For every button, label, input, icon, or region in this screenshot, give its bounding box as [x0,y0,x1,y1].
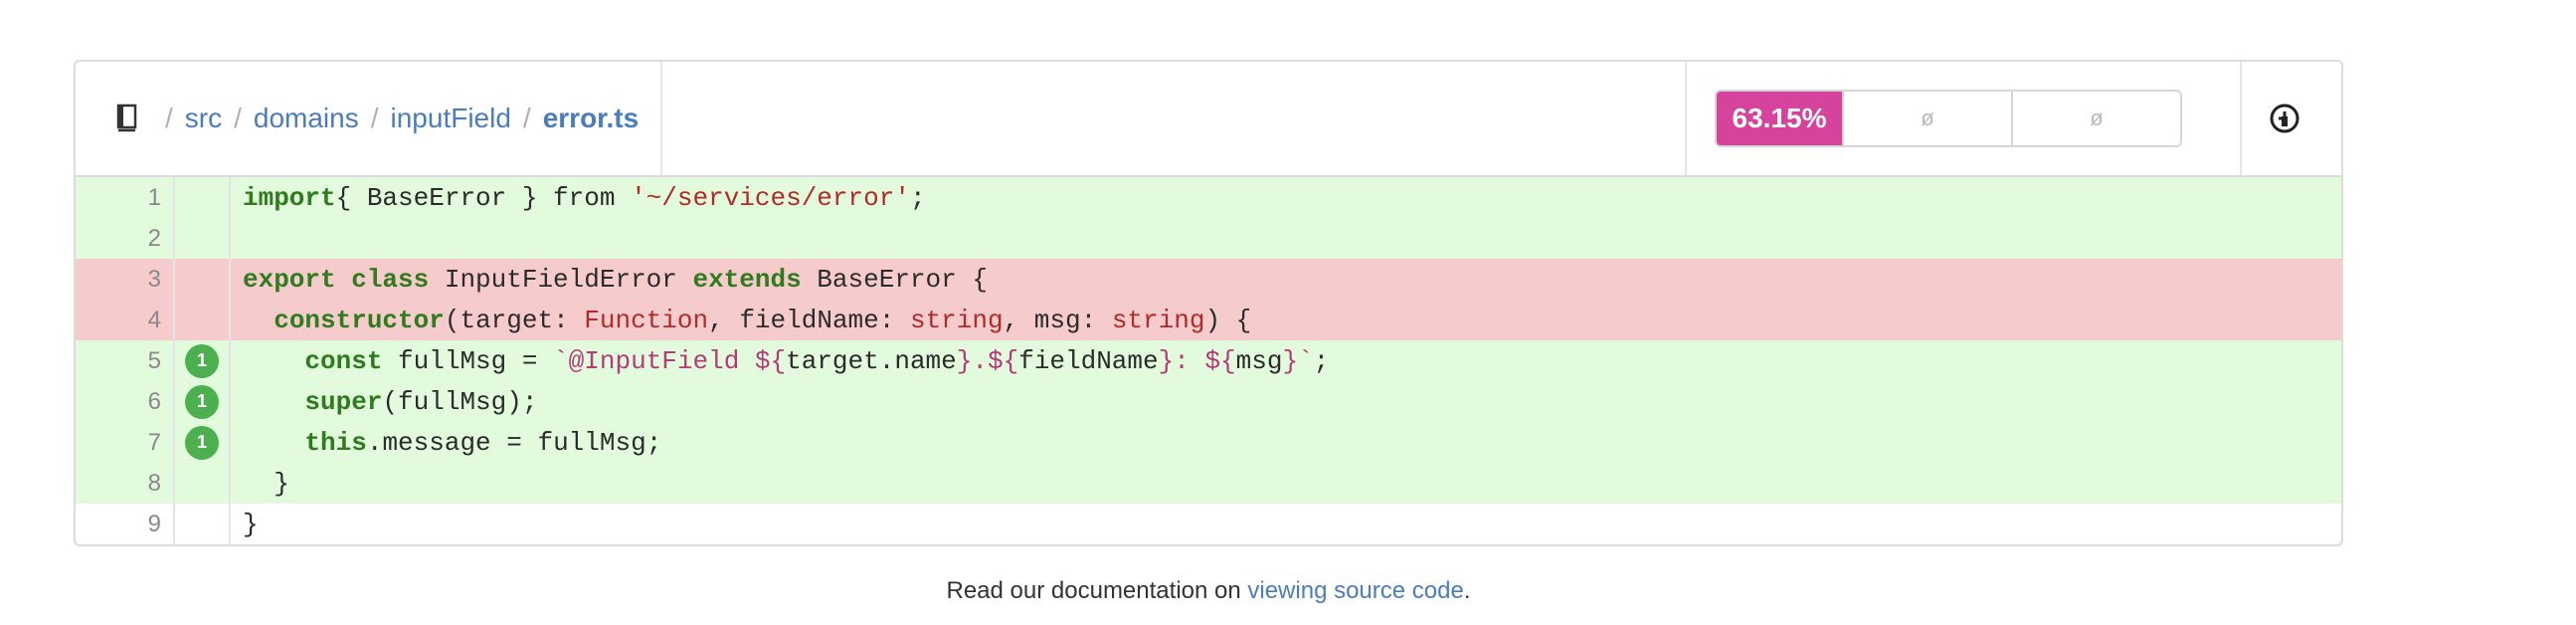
hit-count-badge: 1 [185,343,219,378]
code-token: this [304,427,367,458]
line-number[interactable]: 3 [76,259,175,300]
code-token: export class [243,264,430,295]
code-text: } [231,469,289,499]
code-token: const [304,345,383,376]
code-token: `@InputField ${ [553,345,787,376]
code-line: 9} [76,504,2341,544]
code-token: ) { [1204,305,1252,335]
code-token: target.name [786,345,957,376]
hits-cell [175,259,231,300]
breadcrumb: / src / domains / inputField / error.ts [76,62,662,175]
hits-cell [175,218,231,259]
code-token: msg [1235,345,1283,376]
code-text: import{ BaseError } from '~/services/err… [231,183,926,213]
coverage-empty-cell: ø [2011,92,2180,145]
code-token: string [1111,305,1205,335]
line-number[interactable]: 7 [76,422,175,463]
code-line: 4 constructor(target: Function, fieldNam… [76,300,2341,340]
line-number[interactable]: 6 [76,381,175,422]
breadcrumb-separator: / [370,103,379,133]
code-text: super(fullMsg); [231,387,537,417]
source-file-panel: / src / domains / inputField / error.ts … [74,60,2343,546]
code-token: string [909,305,1004,335]
code-lines: 1 import{ BaseError } from '~/services/er… [76,177,2341,544]
hit-count-badge: 1 [185,384,219,419]
code-token: '~/services/error' [631,182,910,213]
breadcrumb-separator: / [522,103,531,133]
code-token: , fieldName: [708,305,910,335]
code-token: BaseError { [801,264,988,295]
line-number[interactable]: 9 [76,504,175,544]
breadcrumb-separator: / [165,103,173,133]
hit-count-badge: 1 [185,425,219,460]
code-token: super [304,386,383,417]
code-line: 8 } [76,463,2341,504]
code-token: ; [1313,345,1330,376]
code-line: 51 const fullMsg = `@InputField ${target… [76,340,2341,381]
breadcrumb-separator: / [234,103,242,133]
code-token: } [243,468,289,499]
code-text: this.message = fullMsg; [231,428,661,458]
docs-link[interactable]: viewing source code [1247,577,1463,604]
code-text: } [231,510,259,539]
hits-cell [175,177,231,218]
breadcrumb-inputfield[interactable]: inputField [391,103,511,134]
code-token: , msg: [1003,305,1112,335]
hits-cell [175,300,231,340]
code-token: (target: [444,305,585,335]
footer-end: . [1463,577,1471,604]
book-icon [116,104,137,132]
code-token: } [243,509,259,539]
code-token: fieldName [1018,345,1159,376]
hits-cell [175,504,231,544]
coverage-empty-cell: ø [1842,92,2011,145]
history-icon[interactable] [2268,102,2301,135]
breadcrumb-domains[interactable]: domains [254,103,359,134]
code-line: 1 import{ BaseError } from '~/services/er… [76,177,2341,218]
code-token: ; [909,182,926,213]
code-line: 2 [76,218,2341,259]
code-token: { BaseError } from [335,182,632,213]
hits-cell: 1 [175,422,231,463]
breadcrumb-src[interactable]: src [185,103,222,134]
code-token: }: ${ [1158,345,1236,376]
code-token: extends [692,264,802,295]
code-token: (fullMsg); [382,386,538,417]
line-number[interactable]: 4 [76,300,175,340]
code-token: InputFieldError [429,264,693,295]
line-number[interactable]: 8 [76,463,175,504]
hits-cell [175,463,231,504]
code-token: }` [1282,345,1314,376]
coverage-area: 63.15% ø ø [1685,62,2242,175]
footer-note: Read our documentation on viewing source… [0,577,2417,605]
code-text: constructor(target: Function, fieldName:… [231,306,1251,335]
line-number[interactable]: 5 [76,340,175,381]
line-number[interactable]: 1 [76,177,175,218]
code-token: import [243,182,336,213]
footer-text: Read our documentation on [946,577,1248,604]
code-text: export class InputFieldError extends Bas… [231,265,988,295]
file-header: / src / domains / inputField / error.ts … [76,62,2341,177]
code-token: .message = fullMsg; [366,427,662,458]
line-number[interactable]: 2 [76,218,175,259]
hits-cell: 1 [175,340,231,381]
coverage-summary: 63.15% ø ø [1715,90,2182,147]
code-text: const fullMsg = `@InputField ${target.na… [231,346,1329,376]
code-token: fullMsg = [382,345,554,376]
coverage-percent-badge: 63.15% [1717,92,1842,145]
code-token: Function [584,305,709,335]
code-line: 71 this.message = fullMsg; [76,422,2341,463]
code-line: 3 export class InputFieldError extends Ba… [76,259,2341,300]
code-line: 61 super(fullMsg); [76,381,2341,422]
code-token: constructor [274,305,445,335]
hits-cell: 1 [175,381,231,422]
breadcrumb-file: error.ts [542,103,640,133]
code-token: }.${ [956,345,1019,376]
